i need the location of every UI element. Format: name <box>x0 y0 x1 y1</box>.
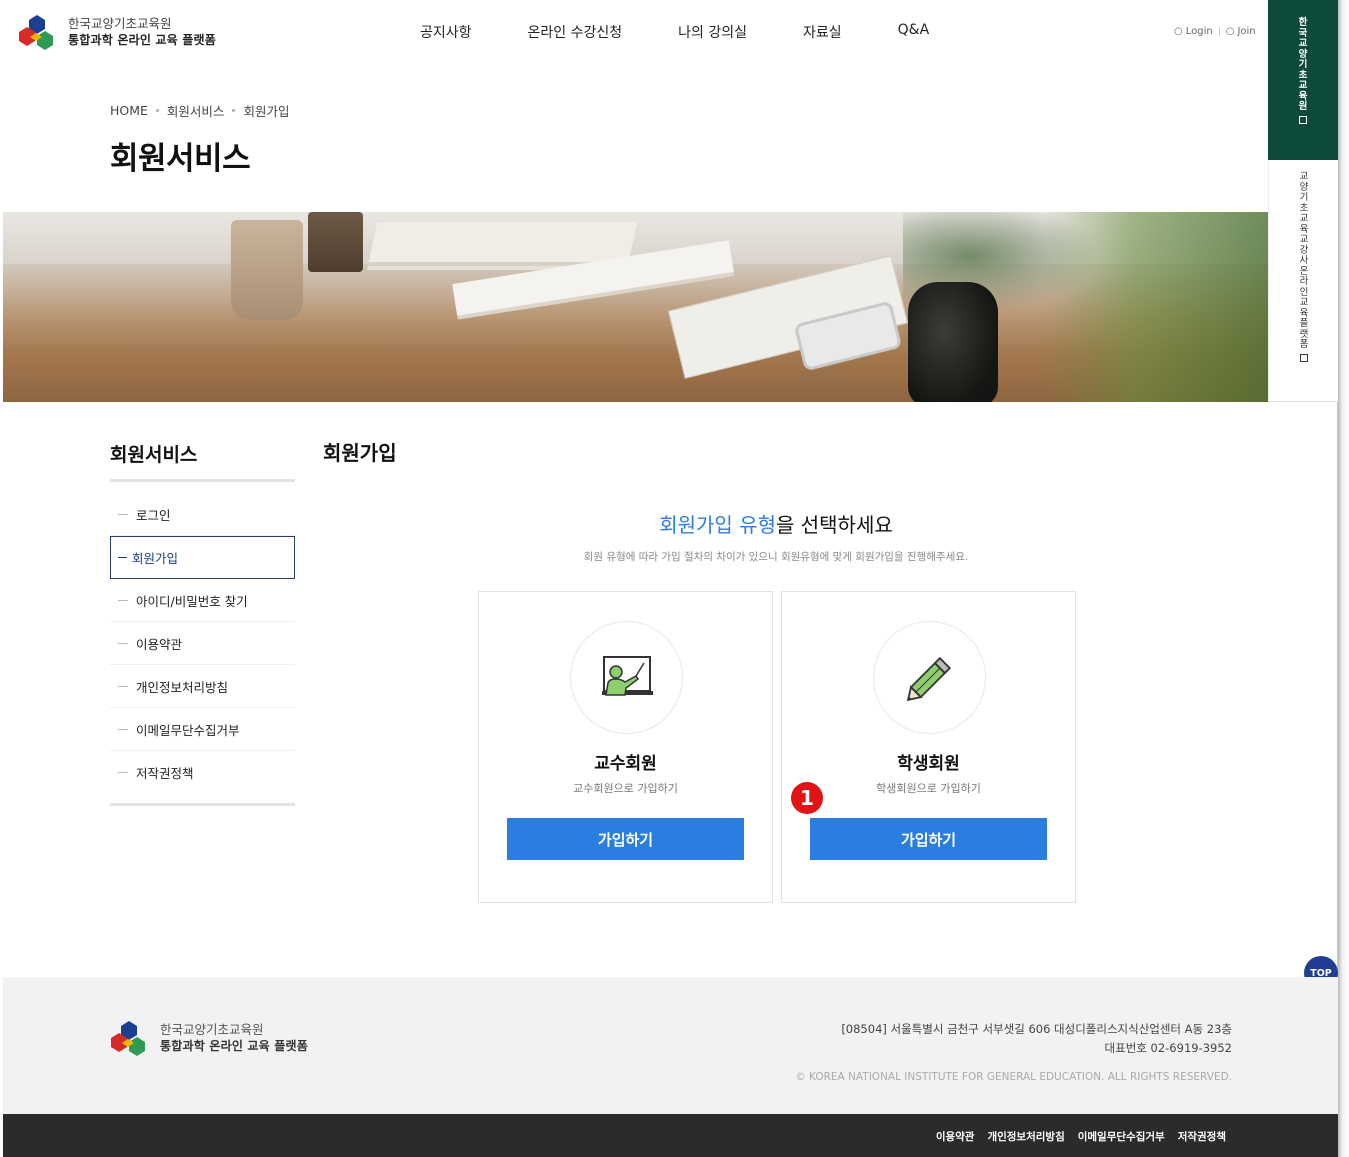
professor-member-card: 교수회원 교수회원으로 가입하기 가입하기 <box>478 591 773 903</box>
lnb-title: 회원서비스 <box>110 444 198 466</box>
card-title: 학생회원 <box>897 754 960 774</box>
person-plus-icon: ○ <box>1225 26 1235 37</box>
site-header: 한국교양기초교육원 통합과학 온라인 교육 플랫폼 공지사항 온라인 수강신청 … <box>0 0 1268 68</box>
footer-address-block: [08504] 서울특별시 금천구 서부샛길 606 대성디폴리스지식산업센터 … <box>841 1020 1232 1058</box>
main-nav: 공지사항 온라인 수강신청 나의 강의실 자료실 Q&A <box>420 22 929 42</box>
nav-qna[interactable]: Q&A <box>898 22 930 42</box>
card-title: 교수회원 <box>594 754 657 774</box>
hero-banner-image <box>3 212 1268 402</box>
side-nav: 로그인 회원가입 아이디/비밀번호 찾기 이용약관 개인정보처리방침 이메일무단… <box>110 493 295 794</box>
lnb-divider <box>110 479 295 482</box>
footer-logo-line1: 한국교양기초교육원 <box>160 1022 264 1037</box>
quick-link-institute-label: 한국교양기초교육원 <box>1298 17 1308 112</box>
person-icon: ○ <box>1174 26 1183 37</box>
divider <box>1218 27 1220 36</box>
join-link[interactable]: ○ Join <box>1226 26 1256 37</box>
logo-line2: 통합과학 온라인 교육 플랫폼 <box>68 33 217 47</box>
content-title: 회원가입 <box>323 441 397 465</box>
nav-my-classroom[interactable]: 나의 강의실 <box>678 22 747 42</box>
nav-notice[interactable]: 공지사항 <box>420 22 472 42</box>
login-label: Login <box>1185 26 1213 37</box>
logo-mark-icon <box>110 1019 148 1057</box>
nav-resources[interactable]: 자료실 <box>803 22 842 42</box>
side-nav-find-id-pw[interactable]: 아이디/비밀번호 찾기 <box>110 579 295 622</box>
page-title: 회원서비스 <box>110 141 251 177</box>
login-link[interactable]: ○ Login <box>1174 26 1213 37</box>
side-nav-label: 이용약관 <box>136 636 183 652</box>
breadcrumb-dot <box>232 109 236 112</box>
pencil-icon <box>906 656 952 702</box>
footer-copyright: © KOREA NATIONAL INSTITUTE FOR GENERAL E… <box>795 1071 1232 1083</box>
select-heading-rest: 을 선택하세요 <box>776 513 893 537</box>
select-subtext: 회원 유형에 따라 가입 절차의 차이가 있으니 회원유형에 맞게 회원가입을 … <box>583 551 969 563</box>
footer-logo-line2: 통합과학 온라인 교육 플랫폼 <box>160 1039 309 1053</box>
step-number-badge: 1 <box>791 782 823 814</box>
professor-join-button[interactable]: 가입하기 <box>507 818 744 860</box>
breadcrumb-join[interactable]: 회원가입 <box>243 101 289 120</box>
side-nav-label: 개인정보처리방침 <box>136 679 229 695</box>
side-nav-copyright[interactable]: 저작권정책 <box>110 751 295 794</box>
breadcrumb-dot <box>155 109 159 112</box>
select-heading-highlight: 회원가입 유형 <box>659 513 776 537</box>
footer-link-terms[interactable]: 이용약관 <box>936 1129 975 1144</box>
site-logo[interactable]: 한국교양기초교육원 통합과학 온라인 교육 플랫폼 <box>18 13 216 51</box>
window-edge-shadow <box>1338 0 1349 1157</box>
breadcrumb-member-service[interactable]: 회원서비스 <box>167 101 225 120</box>
side-nav-email-refusal[interactable]: 이메일무단수집거부 <box>110 708 295 751</box>
footer-logo: 한국교양기초교육원 통합과학 온라인 교육 플랫폼 <box>110 1019 308 1057</box>
student-member-card: 학생회원 학생회원으로 가입하기 가입하기 <box>781 591 1076 903</box>
quick-link-platform-label: 교양기초교육교강사온라인교육플랫폼 <box>1299 171 1309 350</box>
card-description: 학생회원으로 가입하기 <box>876 782 981 795</box>
side-nav-terms[interactable]: 이용약관 <box>110 622 295 665</box>
breadcrumb-home[interactable]: HOME <box>110 103 148 118</box>
side-nav-label: 이메일무단수집거부 <box>136 722 240 738</box>
footer-link-privacy[interactable]: 개인정보처리방침 <box>987 1129 1064 1144</box>
external-link-icon <box>1300 353 1308 362</box>
breadcrumb: HOME 회원서비스 회원가입 <box>110 101 289 120</box>
side-nav-label: 저작권정책 <box>136 766 194 781</box>
card-description: 교수회원으로 가입하기 <box>573 782 678 795</box>
icon-circle <box>873 621 986 734</box>
logo-mark-icon <box>18 13 56 51</box>
site-footer: 한국교양기초교육원 통합과학 온라인 교육 플랫폼 [08504] 서울특별시 … <box>3 977 1338 1114</box>
teacher-board-icon <box>602 656 653 696</box>
quick-link-institute[interactable]: 한국교양기초교육원 <box>1268 0 1338 160</box>
lnb-divider <box>110 803 295 806</box>
footer-address: [08504] 서울특별시 금천구 서부샛길 606 대성디폴리스지식산업센터 … <box>841 1022 1232 1036</box>
nav-enroll[interactable]: 온라인 수강신청 <box>528 22 623 42</box>
member-links: ○ Login ○ Join <box>1174 26 1256 37</box>
footer-phone: 대표번호 02-6919-3952 <box>1104 1041 1232 1055</box>
icon-circle <box>570 621 683 734</box>
external-link-icon <box>1299 115 1307 124</box>
student-join-button[interactable]: 가입하기 <box>810 818 1047 860</box>
footer-link-bar: 이용약관 개인정보처리방침 이메일무단수집거부 저작권정책 <box>3 1114 1338 1157</box>
quick-link-platform[interactable]: 교양기초교육교강사온라인교육플랫폼 <box>1268 160 1338 402</box>
side-nav-label: 아이디/비밀번호 찾기 <box>136 593 248 609</box>
side-nav-privacy[interactable]: 개인정보처리방침 <box>110 665 295 708</box>
join-label: Join <box>1237 26 1256 37</box>
select-heading: 회원가입 유형을 선택하세요 <box>0 509 1349 538</box>
footer-link-email-refusal[interactable]: 이메일무단수집거부 <box>1078 1129 1165 1144</box>
logo-line1: 한국교양기초교육원 <box>68 16 172 31</box>
footer-link-copyright[interactable]: 저작권정책 <box>1178 1129 1226 1144</box>
